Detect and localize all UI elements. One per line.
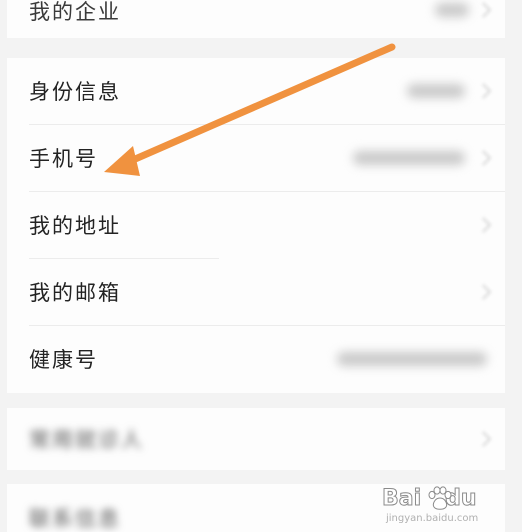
menu-row-address[interactable]: 我的地址 [7,192,505,258]
chevron-right-icon [475,284,492,300]
menu-row-health-id[interactable]: 健康号 [7,326,505,392]
menu-row-frequent-patients[interactable]: 常用就诊人 [7,408,505,470]
menu-row-label: 手机号 [29,147,98,171]
chevron-right-icon [475,2,492,18]
chevron-right-icon [475,150,492,166]
menu-row-value [337,352,487,366]
frequent-patients-card: 常用就诊人 [7,408,505,470]
menu-row-label: 我的邮箱 [29,281,121,305]
menu-row-phone[interactable]: 手机号 [7,125,505,191]
menu-row-label: 常用就诊人 [29,428,144,452]
menu-row-value [407,84,465,98]
menu-row-label: 我的企业 [29,0,121,25]
chevron-right-icon [475,217,492,233]
profile-info-card: 身份信息 手机号 我的地址 我的邮箱 健康号 [7,58,505,393]
menu-row-label: 联系信息 [29,507,121,531]
baidu-paw-icon [428,486,452,510]
menu-row-enterprise[interactable]: 我的企业 [7,0,505,40]
menu-row-identity[interactable]: 身份信息 [7,58,505,124]
chevron-right-icon [475,83,492,99]
watermark: Bai du jingyan.baidu.com [381,486,512,525]
menu-row-label: 身份信息 [29,80,121,104]
menu-row-value [353,151,465,165]
watermark-url: jingyan.baidu.com [386,513,479,524]
menu-row-label: 健康号 [29,348,98,372]
menu-row-label: 我的地址 [29,214,121,238]
chevron-right-icon [475,431,492,447]
account-settings-screen: 我的企业 身份信息 手机号 我的地址 我的邮箱 健康号 常用就诊人 联系信息 B… [0,0,522,532]
menu-row-value [435,3,469,17]
enterprise-card: 我的企业 [7,0,505,38]
menu-row-email[interactable]: 我的邮箱 [7,259,505,325]
